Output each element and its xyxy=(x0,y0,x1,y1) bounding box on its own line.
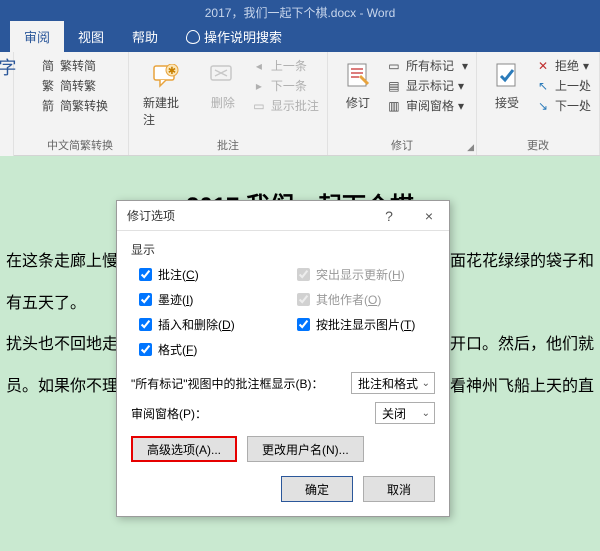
tab-tellme[interactable]: 操作说明搜索 xyxy=(172,21,296,52)
combo-markup-display[interactable]: ▭所有标记▾ xyxy=(386,56,468,75)
balloons-label: "所有标记"视图中的批注框显示(B)： xyxy=(131,375,345,392)
new-comment-icon: ✱ xyxy=(150,60,182,92)
btn-review-pane[interactable]: ▥审阅窗格▾ xyxy=(386,96,468,115)
btn-reject[interactable]: ✕拒绝▾ xyxy=(535,56,591,75)
group-tracking: 修订 ▭所有标记▾ ▤显示标记▾ ▥审阅窗格▾ 修订 ◢ xyxy=(328,52,477,155)
chevron-down-icon: ⌄ xyxy=(422,408,430,419)
check-format[interactable]: 格式(F) xyxy=(139,341,277,358)
dialog-titlebar: 修订选项 ? × xyxy=(117,201,449,231)
group-changes: 接受 ✕拒绝▾ ↖上一处 ↘下一处 更改 xyxy=(477,52,600,155)
prev-comment-icon: ◂ xyxy=(251,58,267,74)
document-title: 2017，我们一起下个棋.docx - Word xyxy=(205,4,396,21)
btn-delete-comment: 删除 xyxy=(201,56,245,132)
next-comment-icon: ▸ xyxy=(251,78,267,94)
row-balloons: "所有标记"视图中的批注框显示(B)： 批注和格式⌄ xyxy=(131,372,435,394)
btn-next-change[interactable]: ↘下一处 xyxy=(535,96,591,115)
next-change-icon: ↘ xyxy=(535,98,551,114)
dropdown-caret-icon: ▾ xyxy=(462,59,468,73)
lightbulb-icon xyxy=(186,30,200,44)
btn-new-comment[interactable]: ✱ 新建批注 xyxy=(137,56,195,132)
reject-icon: ✕ xyxy=(535,58,551,74)
ribbon-tabstrip: 审阅 视图 帮助 操作说明搜索 xyxy=(0,24,600,52)
btn-track-changes[interactable]: 修订 xyxy=(336,56,380,115)
btn-simp-trad-conv[interactable]: 箭简繁转换 xyxy=(40,96,120,115)
check-pictures[interactable]: 按批注显示图片(T) xyxy=(297,316,435,333)
chevron-down-icon: ⌄ xyxy=(422,378,430,389)
svg-text:✱: ✱ xyxy=(168,66,176,77)
check-insdel[interactable]: 插入和删除(D) xyxy=(139,316,277,333)
btn-trad-to-simp[interactable]: 简繁转简 xyxy=(40,56,120,75)
section-show-label: 显示 xyxy=(131,241,435,258)
dropdown-caret-icon: ▾ xyxy=(458,79,464,93)
review-pane-icon: ▥ xyxy=(386,98,402,114)
check-comments[interactable]: 批注(C) xyxy=(139,266,277,283)
group-simpconv: 简繁转简 繁简转繁 箭简繁转换 中文简繁转换 xyxy=(0,52,129,155)
show-comments-icon: ▭ xyxy=(251,98,267,114)
markup-icon: ▭ xyxy=(386,58,402,74)
dropdown-caret-icon: ▾ xyxy=(458,99,464,113)
dialog-footer: 确定 取消 xyxy=(131,476,435,502)
conv-icon: 箭 xyxy=(40,98,56,114)
combo-review-pane[interactable]: 关闭⌄ xyxy=(375,402,435,424)
btn-simp-to-trad[interactable]: 繁简转繁 xyxy=(40,76,120,95)
group-comments-label: 批注 xyxy=(137,137,319,153)
dropdown-caret-icon: ▾ xyxy=(583,59,589,73)
group-simpconv-label: 中文简繁转换 xyxy=(40,137,120,153)
group-comments: ✱ 新建批注 删除 ◂上一条 ▸下一条 ▭显示批注 批注 xyxy=(129,52,328,155)
check-highlight: 突出显示更新(H) xyxy=(297,266,435,283)
track-options-dialog: 修订选项 ? × 显示 批注(C) 突出显示更新(H) 墨迹(I) 其他作者(O… xyxy=(116,200,450,517)
dialog-help-button[interactable]: ? xyxy=(369,201,409,231)
tellme-label: 操作说明搜索 xyxy=(204,27,282,46)
prev-change-icon: ↖ xyxy=(535,78,551,94)
btn-show-comments: ▭显示批注 xyxy=(251,96,319,115)
check-ink-box[interactable] xyxy=(139,293,152,306)
change-username-button[interactable]: 更改用户名(N)... xyxy=(247,436,364,462)
tab-help[interactable]: 帮助 xyxy=(118,21,172,52)
group-tracking-label: 修订 xyxy=(336,137,468,153)
delete-comment-icon xyxy=(207,60,239,92)
accept-icon xyxy=(491,60,523,92)
check-comments-box[interactable] xyxy=(139,268,152,281)
dialog-title: 修订选项 xyxy=(127,207,175,224)
row-review-pane: 审阅窗格(P)： 关闭⌄ xyxy=(131,402,435,424)
pane-label: 审阅窗格(P)： xyxy=(131,405,369,422)
btn-accept[interactable]: 接受 xyxy=(485,56,529,115)
tab-review[interactable]: 审阅 xyxy=(10,21,64,52)
check-ink[interactable]: 墨迹(I) xyxy=(139,291,277,308)
checks-grid: 批注(C) 突出显示更新(H) 墨迹(I) 其他作者(O) 插入和删除(D) 按… xyxy=(139,266,435,358)
simp-trad-icon: 繁 xyxy=(40,78,56,94)
tab-view[interactable]: 视图 xyxy=(64,21,118,52)
group-changes-label: 更改 xyxy=(485,137,591,153)
check-others: 其他作者(O) xyxy=(297,291,435,308)
btn-next-comment: ▸下一条 xyxy=(251,76,319,95)
btn-prev-change[interactable]: ↖上一处 xyxy=(535,76,591,95)
trad-simp-icon: 简 xyxy=(40,58,56,74)
show-markup-icon: ▤ xyxy=(386,78,402,94)
btn-prev-comment: ◂上一条 xyxy=(251,56,319,75)
check-highlight-box xyxy=(297,268,310,281)
check-insdel-box[interactable] xyxy=(139,318,152,331)
check-others-box xyxy=(297,293,310,306)
track-icon xyxy=(342,60,374,92)
cancel-button[interactable]: 取消 xyxy=(363,476,435,502)
combo-balloons[interactable]: 批注和格式⌄ xyxy=(351,372,435,394)
check-format-box[interactable] xyxy=(139,343,152,356)
dialog-launcher-icon[interactable]: ◢ xyxy=(467,142,474,153)
btn-show-markup[interactable]: ▤显示标记▾ xyxy=(386,76,468,95)
row-buttons: 高级选项(A)... 更改用户名(N)... xyxy=(131,436,435,462)
ok-button[interactable]: 确定 xyxy=(281,476,353,502)
ribbon: 简繁转简 繁简转繁 箭简繁转换 中文简繁转换 ✱ 新建批注 删除 ◂上一条 ▸下… xyxy=(0,52,600,156)
advanced-options-button[interactable]: 高级选项(A)... xyxy=(131,436,237,462)
check-pictures-box[interactable] xyxy=(297,318,310,331)
dialog-body: 显示 批注(C) 突出显示更新(H) 墨迹(I) 其他作者(O) 插入和删除(D… xyxy=(117,231,449,516)
dialog-close-button[interactable]: × xyxy=(409,201,449,231)
